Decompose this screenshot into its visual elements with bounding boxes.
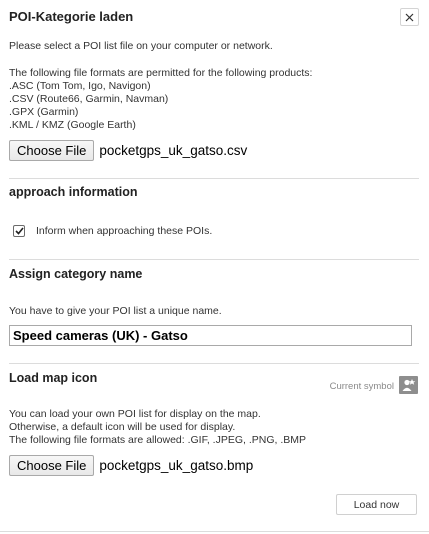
category-section-title: Assign category name <box>9 267 143 281</box>
footer-divider <box>0 531 429 532</box>
format-item: .ASC (Tom Tom, Igo, Navigon) <box>9 80 151 92</box>
choose-icon-file-button[interactable]: Choose File <box>9 455 95 476</box>
icon-info-text: Otherwise, a default icon will be used f… <box>9 421 236 433</box>
format-item: .KML / KMZ (Google Earth) <box>9 119 136 131</box>
close-icon <box>405 13 414 21</box>
section-divider <box>9 178 419 179</box>
close-button[interactable] <box>400 8 419 26</box>
poi-file-name: pocketgps_uk_gatso.csv <box>99 143 248 158</box>
icon-info-text: The following file formats are allowed: … <box>9 434 307 446</box>
icon-info-text: You can load your own POI list for displ… <box>9 408 261 420</box>
category-hint-text: You have to give your POI list a unique … <box>9 305 222 317</box>
load-now-button[interactable]: Load now <box>336 494 417 515</box>
section-divider <box>9 363 419 364</box>
approach-checkbox-row: Inform when approaching these POIs. <box>13 225 212 237</box>
icon-file-name: pocketgps_uk_gatso.bmp <box>99 458 254 473</box>
formats-intro-text: The following file formats are permitted… <box>9 67 313 79</box>
dialog-title: POI-Kategorie laden <box>9 9 134 24</box>
section-divider <box>9 259 419 260</box>
poi-category-dialog: POI-Kategorie laden Please select a POI … <box>0 0 429 534</box>
approach-checkbox-label: Inform when approaching these POIs. <box>36 225 213 237</box>
poi-file-picker: Choose File pocketgps_uk_gatso.csv <box>9 140 247 161</box>
format-item: .CSV (Route66, Garmin, Navman) <box>9 93 169 105</box>
icon-file-picker: Choose File pocketgps_uk_gatso.bmp <box>9 455 253 476</box>
icon-section-title: Load map icon <box>9 371 98 385</box>
category-name-input[interactable] <box>9 325 412 346</box>
approach-checkbox[interactable] <box>13 225 25 237</box>
format-item: .GPX (Garmin) <box>9 106 79 118</box>
approach-section-title: approach information <box>9 185 138 199</box>
choose-poi-file-button[interactable]: Choose File <box>9 140 95 161</box>
poi-symbol-icon <box>399 376 418 394</box>
current-symbol-label: Current symbol <box>329 381 394 392</box>
file-intro-text: Please select a POI list file on your co… <box>9 40 273 52</box>
checkmark-icon <box>14 227 24 235</box>
